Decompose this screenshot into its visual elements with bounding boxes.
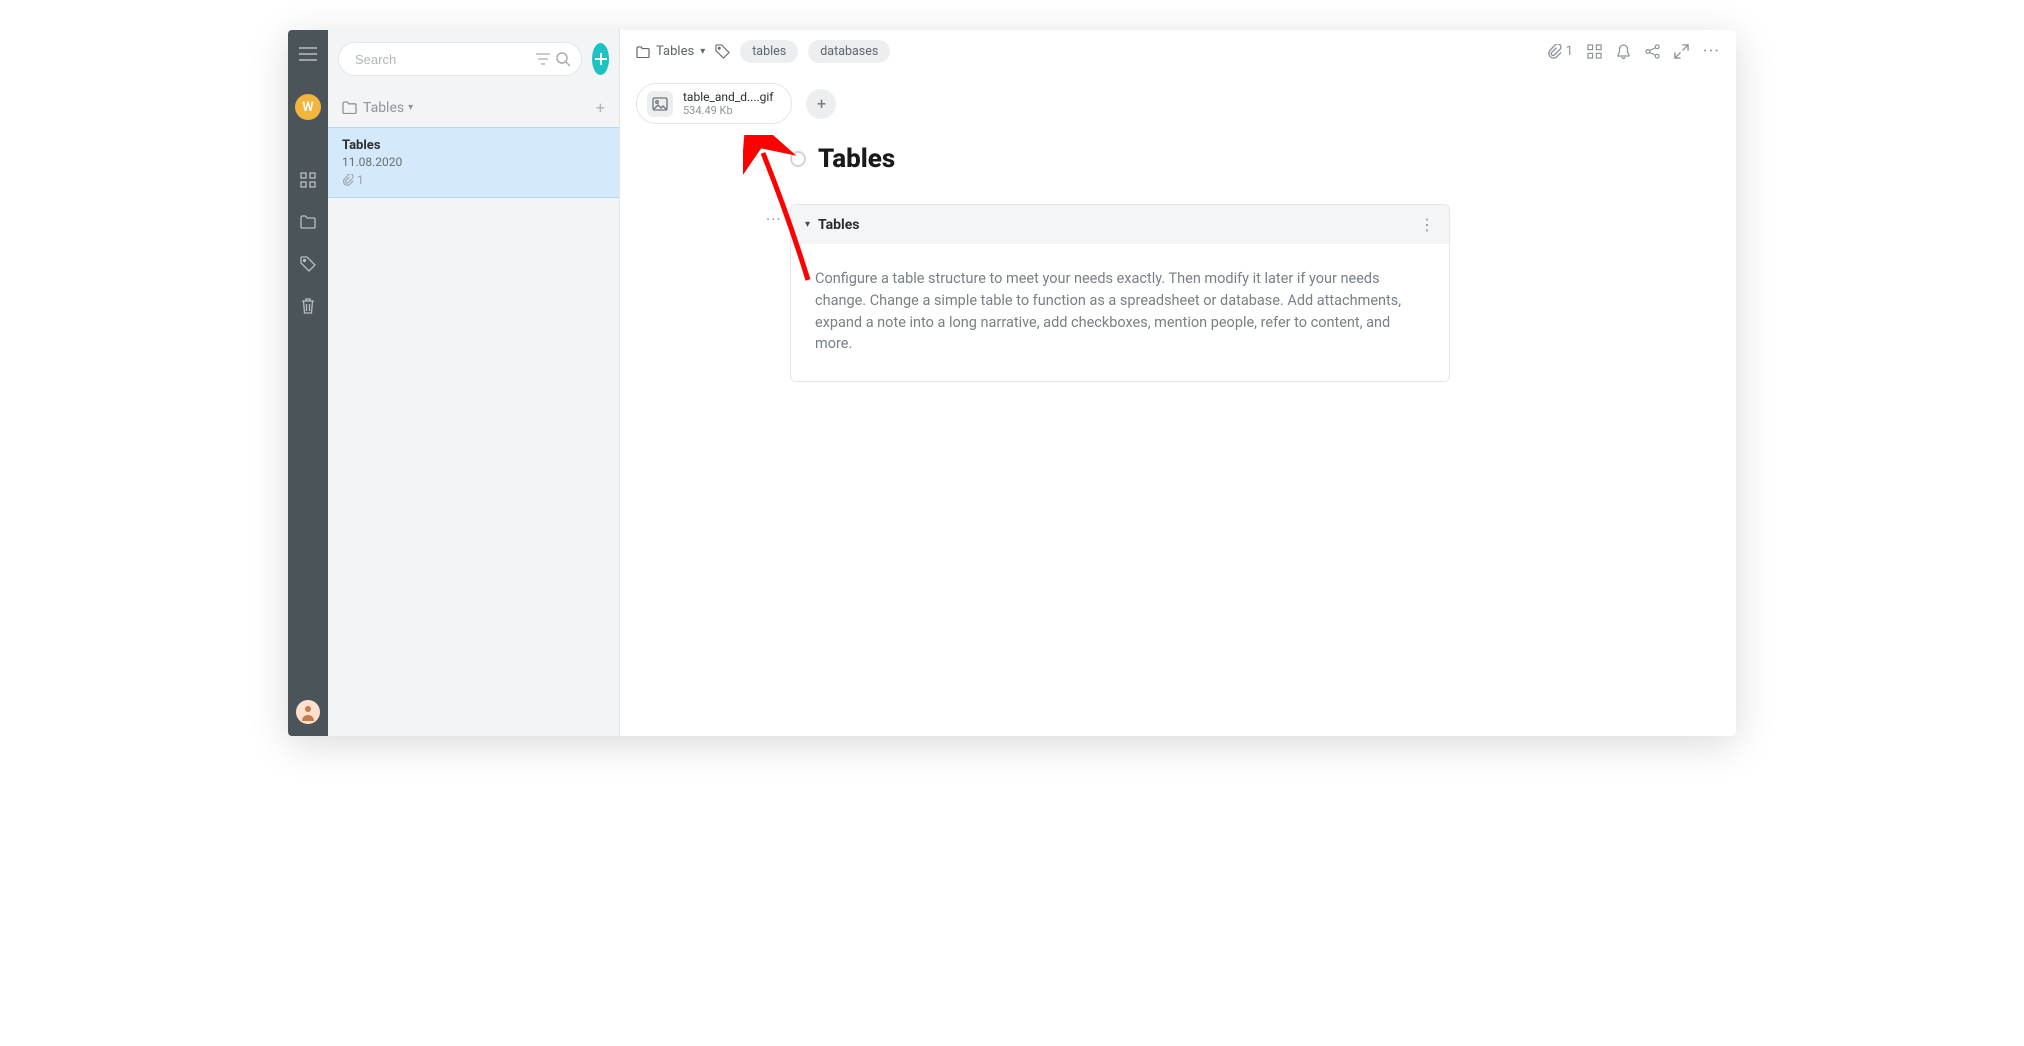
block-handle-icon[interactable]: ··· [766, 210, 782, 229]
block-title: Tables [818, 217, 859, 233]
block-more-icon[interactable]: ⋮ [1419, 215, 1435, 234]
search-input[interactable] [355, 52, 531, 67]
collapsible-block: ▾ Tables ⋮ Configure a table structure t… [790, 204, 1450, 382]
note-item[interactable]: Tables 11.08.2020 1 [328, 127, 619, 198]
add-note-button[interactable]: + [596, 98, 605, 117]
attachment-size: 534.49 Kb [683, 104, 773, 117]
add-attachment-button[interactable]: + [806, 89, 836, 119]
folder-icon[interactable] [298, 212, 318, 232]
chevron-down-icon: ▾ [700, 46, 705, 57]
breadcrumb[interactable]: Tables ▾ [636, 44, 705, 59]
attachment-name: table_and_d....gif [683, 90, 773, 104]
workspace-avatar[interactable]: W [295, 94, 321, 120]
bell-icon[interactable] [1616, 44, 1631, 60]
tag-pill[interactable]: tables [740, 40, 798, 63]
folder-name: Tables [363, 100, 404, 116]
breadcrumb-label: Tables [656, 44, 694, 59]
trash-icon[interactable] [298, 296, 318, 316]
expand-icon[interactable] [1674, 44, 1689, 59]
caret-down-icon: ▾ [805, 219, 810, 230]
collapsible-header[interactable]: ▾ Tables ⋮ [791, 205, 1449, 244]
note-date: 11.08.2020 [342, 155, 605, 169]
note-attachment-badge: 1 [342, 173, 605, 187]
menu-icon[interactable] [298, 44, 318, 64]
more-icon[interactable]: ··· [1703, 41, 1720, 62]
note-title: Tables [342, 138, 605, 153]
filter-icon[interactable] [535, 51, 551, 67]
attachments-count[interactable]: 1 [1547, 44, 1573, 59]
bullet-icon [790, 151, 806, 167]
tag-pill[interactable]: databases [808, 40, 890, 63]
chevron-down-icon: ▾ [408, 102, 413, 113]
dashboard-icon[interactable] [298, 170, 318, 190]
grid-icon[interactable] [1587, 44, 1602, 59]
folder-header[interactable]: Tables ▾ + [328, 88, 619, 127]
left-panel: Tables ▾ + Tables 11.08.2020 1 [328, 30, 620, 736]
icon-rail: W [288, 30, 328, 736]
user-avatar[interactable] [296, 700, 320, 724]
attachment-chip[interactable]: table_and_d....gif 534.49 Kb [636, 83, 792, 124]
search-box[interactable] [338, 42, 582, 76]
block-body: Configure a table structure to meet your… [791, 244, 1449, 381]
add-button[interactable] [592, 43, 609, 75]
toolbar: Tables ▾ tables databases 1 [620, 30, 1736, 73]
folder-icon [342, 101, 357, 114]
tag-icon[interactable] [298, 254, 318, 274]
search-icon[interactable] [555, 51, 571, 67]
tag-icon[interactable] [715, 44, 730, 59]
image-icon [647, 91, 673, 117]
page-title: Tables [818, 144, 895, 174]
share-icon[interactable] [1645, 44, 1660, 59]
main-panel: Tables ▾ tables databases 1 [620, 30, 1736, 736]
